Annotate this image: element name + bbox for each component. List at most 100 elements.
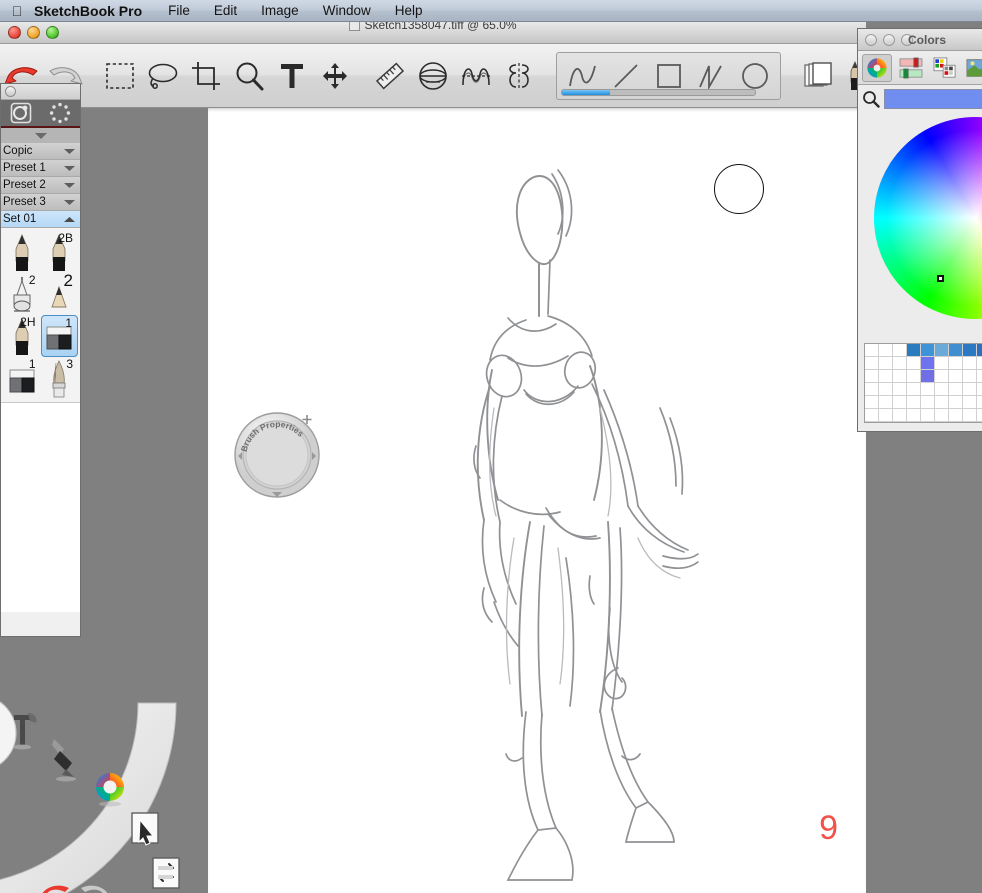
color-swatch-cell[interactable] bbox=[893, 396, 907, 409]
color-swatch-cell[interactable] bbox=[949, 344, 963, 357]
zoom-tool[interactable] bbox=[228, 53, 269, 99]
brush-pencil-2b[interactable]: 2B bbox=[41, 231, 79, 273]
french-curve-tool[interactable] bbox=[455, 53, 496, 99]
color-swatch-cell[interactable] bbox=[893, 370, 907, 383]
color-swatch-cell[interactable] bbox=[921, 344, 935, 357]
color-swatch-cell[interactable] bbox=[935, 409, 949, 422]
color-swatch-cell[interactable] bbox=[907, 409, 921, 422]
dotted-circle-icon[interactable] bbox=[49, 102, 71, 124]
color-swatch-cell[interactable] bbox=[977, 383, 982, 396]
color-swatch-cell[interactable] bbox=[865, 383, 879, 396]
color-swatch-cell[interactable] bbox=[977, 357, 982, 370]
color-swatch-cell[interactable] bbox=[949, 370, 963, 383]
brush-palette-collapse[interactable] bbox=[1, 128, 80, 143]
apple-logo-icon[interactable]:  bbox=[0, 3, 34, 19]
color-swatch-cell[interactable] bbox=[963, 370, 977, 383]
brush-set-preset-1[interactable]: Preset 1 bbox=[1, 160, 80, 177]
color-swatch-cell[interactable] bbox=[963, 344, 977, 357]
brush-eraser-1b[interactable]: 1 bbox=[3, 357, 41, 399]
text-tool[interactable] bbox=[271, 53, 312, 99]
color-sliders-tab[interactable] bbox=[896, 54, 926, 82]
color-swatch-cell[interactable] bbox=[949, 357, 963, 370]
layers-button[interactable] bbox=[798, 53, 839, 99]
menu-item-edit[interactable]: Edit bbox=[202, 3, 249, 18]
color-swatch-cell[interactable] bbox=[935, 396, 949, 409]
rectangle-select-tool[interactable] bbox=[99, 53, 140, 99]
menu-item-window[interactable]: Window bbox=[311, 3, 383, 18]
color-swatch-cell[interactable] bbox=[921, 370, 935, 383]
brush-pencil-2h[interactable]: 2H bbox=[3, 315, 41, 357]
brush-properties-puck[interactable]: Brush Properties bbox=[234, 406, 320, 500]
brush-size-slider[interactable] bbox=[561, 88, 756, 96]
color-swatch-cell[interactable] bbox=[907, 344, 921, 357]
color-wheel-marker[interactable] bbox=[936, 274, 944, 282]
color-swatch-cell[interactable] bbox=[865, 357, 879, 370]
resize-knob-icon[interactable] bbox=[5, 86, 16, 97]
color-swatch-cell[interactable] bbox=[921, 357, 935, 370]
brush-set-set-01[interactable]: Set 01 bbox=[1, 211, 80, 228]
color-swatch-cell[interactable] bbox=[977, 409, 982, 422]
brush-mechanical-pencil-2[interactable]: 2 bbox=[3, 273, 41, 315]
brush-soft-pencil-2[interactable]: 2 bbox=[41, 271, 79, 315]
color-swatch-cell[interactable] bbox=[921, 383, 935, 396]
lasso-select-tool[interactable] bbox=[142, 53, 183, 99]
color-swatch-cell[interactable] bbox=[879, 396, 893, 409]
color-swatch-cell[interactable] bbox=[865, 409, 879, 422]
color-wheel-tab[interactable] bbox=[862, 53, 892, 82]
menu-item-file[interactable]: File bbox=[156, 3, 202, 18]
magnifier-icon[interactable] bbox=[862, 90, 880, 108]
brush-set-copic[interactable]: Copic bbox=[1, 143, 80, 160]
color-swatch-cell[interactable] bbox=[935, 357, 949, 370]
brush-eraser-1[interactable]: 1 bbox=[40, 315, 78, 357]
color-swatch-cell[interactable] bbox=[907, 357, 921, 370]
color-swatch-cell[interactable] bbox=[893, 409, 907, 422]
color-swatch-cell[interactable] bbox=[963, 396, 977, 409]
symmetry-tool[interactable] bbox=[498, 53, 539, 99]
brush-palette-grip[interactable] bbox=[1, 84, 80, 100]
color-swatch-cell[interactable] bbox=[865, 396, 879, 409]
crop-tool[interactable] bbox=[185, 53, 226, 99]
color-panel-title-bar[interactable]: Colors bbox=[858, 29, 982, 51]
color-wheel-picker[interactable] bbox=[874, 117, 982, 319]
color-swatch-cell[interactable] bbox=[935, 383, 949, 396]
color-swatch-cell[interactable] bbox=[879, 370, 893, 383]
brush-set-preset-2[interactable]: Preset 2 bbox=[1, 177, 80, 194]
move-tool[interactable] bbox=[314, 53, 355, 99]
brush-set-preset-3[interactable]: Preset 3 bbox=[1, 194, 80, 211]
color-palettes-tab[interactable] bbox=[930, 54, 960, 82]
color-swatch-cell[interactable] bbox=[907, 396, 921, 409]
ruler-tool[interactable] bbox=[369, 53, 410, 99]
color-swatch-cell[interactable] bbox=[963, 357, 977, 370]
brush-pencil[interactable] bbox=[3, 231, 41, 273]
color-swatch-cell[interactable] bbox=[865, 344, 879, 357]
color-swatch-cell[interactable] bbox=[879, 409, 893, 422]
color-swatch-cell[interactable] bbox=[921, 396, 935, 409]
color-swatch-cell[interactable] bbox=[949, 409, 963, 422]
document-title-bar[interactable]: Sketch1358047.tiff @ 65.0% bbox=[0, 22, 866, 44]
color-swatch-cell[interactable] bbox=[935, 344, 949, 357]
color-swatch-cell[interactable] bbox=[893, 357, 907, 370]
color-swatch-cell[interactable] bbox=[935, 370, 949, 383]
menu-item-image[interactable]: Image bbox=[249, 3, 311, 18]
menu-item-help[interactable]: Help bbox=[383, 3, 435, 18]
ellipse-guide-tool[interactable] bbox=[412, 53, 453, 99]
color-swatch-cell[interactable] bbox=[879, 344, 893, 357]
color-wheel-area[interactable] bbox=[858, 113, 982, 323]
color-swatch-cell[interactable] bbox=[977, 396, 982, 409]
color-swatch-cell[interactable] bbox=[977, 370, 982, 383]
image-palette-tab[interactable] bbox=[964, 54, 982, 82]
current-color-swatch[interactable] bbox=[884, 89, 982, 109]
color-swatch-cell[interactable] bbox=[879, 357, 893, 370]
color-swatch-cell[interactable] bbox=[893, 383, 907, 396]
brush-stamp-icon[interactable] bbox=[10, 102, 32, 124]
color-swatch-cell[interactable] bbox=[949, 396, 963, 409]
color-swatch-cell[interactable] bbox=[921, 409, 935, 422]
color-swatch-cell[interactable] bbox=[949, 383, 963, 396]
color-swatch-cell[interactable] bbox=[893, 344, 907, 357]
color-swatch-grid[interactable] bbox=[864, 343, 982, 423]
color-swatch-cell[interactable] bbox=[865, 370, 879, 383]
color-swatch-cell[interactable] bbox=[977, 344, 982, 357]
color-swatch-cell[interactable] bbox=[907, 383, 921, 396]
color-swatch-cell[interactable] bbox=[907, 370, 921, 383]
drawing-canvas[interactable] bbox=[208, 108, 866, 893]
